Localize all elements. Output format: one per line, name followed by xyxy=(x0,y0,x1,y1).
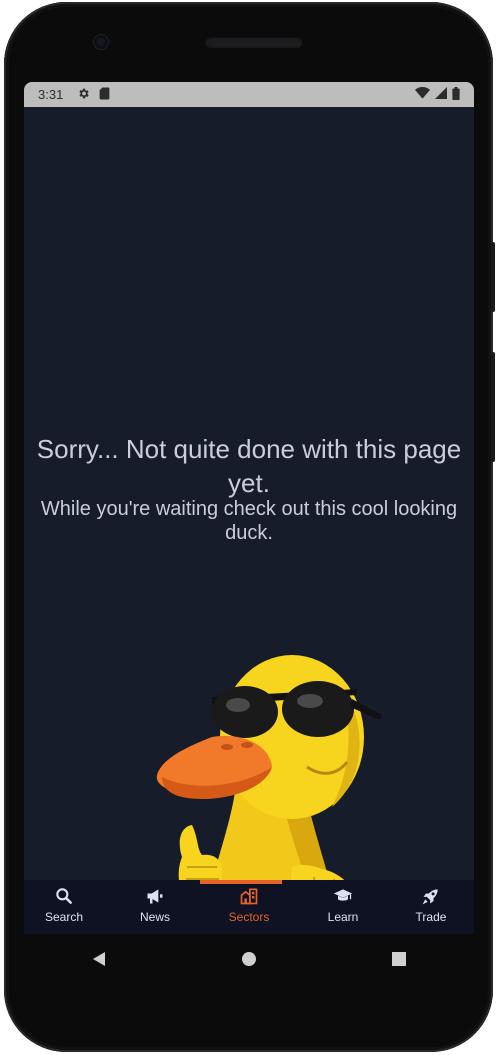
status-time: 3:31 xyxy=(38,87,64,102)
active-tab-indicator xyxy=(200,880,282,884)
status-bar: 3:31 xyxy=(24,82,474,107)
tab-trade[interactable]: Trade xyxy=(396,886,466,932)
tab-learn[interactable]: Learn xyxy=(308,886,378,932)
tab-sectors-label: Sectors xyxy=(228,910,270,924)
signal-icon xyxy=(435,87,447,102)
power-button xyxy=(491,242,495,312)
tab-trade-label: Trade xyxy=(415,910,447,924)
earpiece-speaker xyxy=(205,36,303,48)
page-subtitle: While you're waiting check out this cool… xyxy=(40,498,458,544)
system-navigation-bar xyxy=(24,934,474,984)
tab-news[interactable]: News xyxy=(120,886,190,932)
front-camera xyxy=(94,35,108,49)
recents-icon xyxy=(392,952,406,966)
megaphone-icon xyxy=(147,889,163,904)
system-home-button[interactable] xyxy=(209,939,289,979)
page-title: Sorry... Not quite done with this page y… xyxy=(36,434,462,498)
buildings-icon xyxy=(240,888,258,905)
rocket-icon xyxy=(422,889,438,905)
graduation-cap-icon xyxy=(333,889,353,901)
screen: 3:31 Sorry... Not quite done with this p… xyxy=(24,82,474,934)
tab-learn-label: Learn xyxy=(327,910,359,924)
volume-button xyxy=(491,352,495,462)
wifi-icon xyxy=(415,87,430,102)
system-recents-button[interactable] xyxy=(359,939,439,979)
back-icon xyxy=(93,952,105,966)
home-icon xyxy=(242,952,256,966)
tab-search-label: Search xyxy=(44,910,84,924)
tab-sectors[interactable]: Sectors xyxy=(214,886,284,932)
bottom-navigation: Search News Sectors Learn Trade xyxy=(24,880,474,934)
search-icon xyxy=(56,888,72,904)
tab-search[interactable]: Search xyxy=(29,886,99,932)
sd-card-icon xyxy=(99,87,110,103)
tab-news-label: News xyxy=(139,910,170,924)
system-back-button[interactable] xyxy=(59,939,139,979)
gear-icon xyxy=(77,87,90,103)
battery-icon xyxy=(452,86,460,103)
